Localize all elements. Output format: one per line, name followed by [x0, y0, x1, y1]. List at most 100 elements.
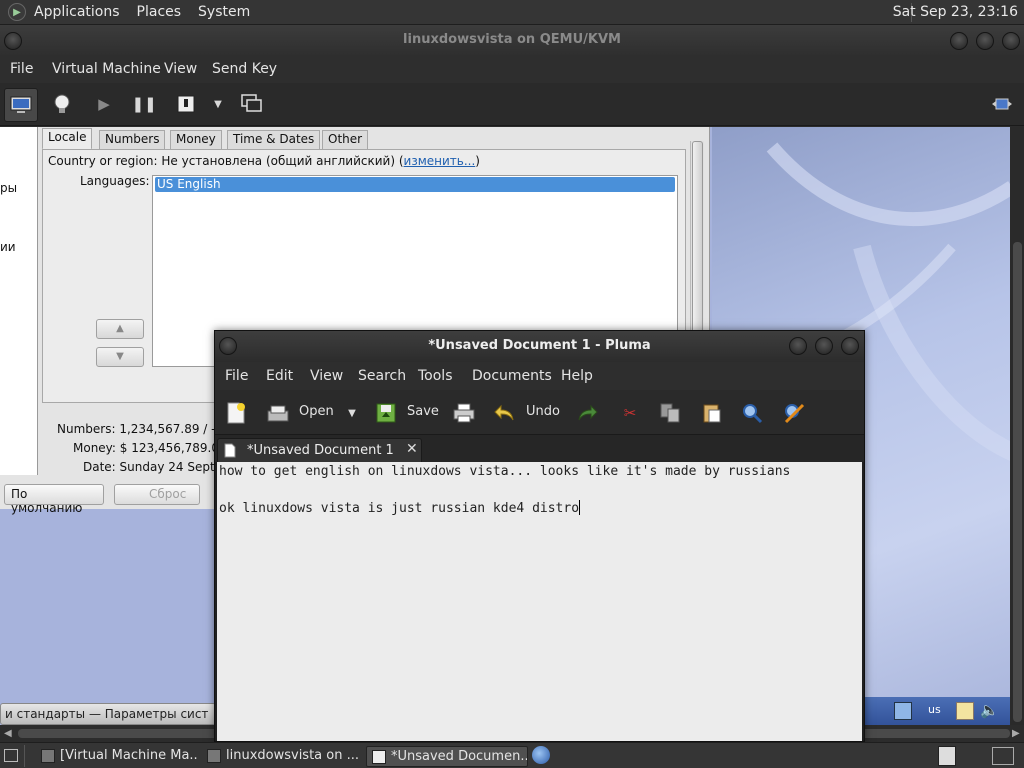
- shutdown-icon[interactable]: [174, 92, 198, 116]
- pluma-window-title: *Unsaved Document 1 - Pluma: [428, 338, 651, 353]
- vm-menu-view[interactable]: View: [164, 61, 197, 77]
- kde-category-list[interactable]: ры ии: [0, 127, 38, 475]
- scrollbar-thumb[interactable]: [1013, 242, 1022, 722]
- keyboard-layout-indicator[interactable]: us: [928, 703, 941, 716]
- guest-vertical-scrollbar[interactable]: [1010, 127, 1024, 725]
- workspace-switcher[interactable]: [992, 747, 1014, 765]
- language-item-selected[interactable]: US English: [155, 177, 675, 192]
- undo-icon[interactable]: [493, 402, 515, 424]
- vm-menubar: File Virtual Machine View Send Key: [0, 57, 1024, 83]
- pluma-tab-bar: *Unsaved Document 1 ✕: [215, 435, 864, 462]
- taskbar-item-pluma[interactable]: *Unsaved Documen...: [366, 746, 528, 767]
- taskbar-item-vm-console[interactable]: linuxdowsvista on ...: [202, 746, 362, 767]
- open-icon[interactable]: [267, 402, 289, 424]
- taskbar-item-vm-manager[interactable]: [Virtual Machine Ma...: [36, 746, 198, 767]
- redo-icon[interactable]: [577, 402, 599, 424]
- fullscreen-icon[interactable]: [240, 92, 264, 116]
- scroll-right-icon[interactable]: ▶: [1012, 728, 1020, 739]
- pluma-titlebar[interactable]: *Unsaved Document 1 - Pluma: [215, 331, 864, 362]
- applications-menu[interactable]: Applications: [34, 4, 120, 20]
- scroll-left-icon[interactable]: ◀: [4, 728, 12, 739]
- new-document-icon[interactable]: [225, 402, 247, 424]
- document-tab-label: *Unsaved Document 1: [247, 443, 394, 458]
- pluma-menu-edit[interactable]: Edit: [266, 368, 293, 384]
- document-tab[interactable]: *Unsaved Document 1 ✕: [217, 438, 422, 462]
- paste-icon[interactable]: [701, 402, 723, 424]
- close-icon[interactable]: [841, 337, 859, 355]
- shutdown-dropdown-icon[interactable]: ▼: [206, 92, 230, 116]
- move-down-button[interactable]: ▼: [96, 347, 144, 367]
- vm-menu-virtual-machine[interactable]: Virtual Machine: [52, 61, 161, 77]
- places-menu[interactable]: Places: [137, 4, 182, 20]
- replace-icon[interactable]: [783, 402, 805, 424]
- open-dropdown-icon[interactable]: ▼: [341, 402, 363, 424]
- tab-locale[interactable]: Locale: [42, 128, 93, 150]
- vm-console-icon: [207, 749, 221, 763]
- vm-window-title: linuxdowsvista on QEMU/KVM: [403, 32, 621, 47]
- change-country-link[interactable]: изменить...: [404, 154, 476, 168]
- open-button-label[interactable]: Open: [299, 404, 334, 419]
- vm-menu-file[interactable]: File: [10, 61, 33, 77]
- pluma-menu-tools[interactable]: Tools: [418, 368, 453, 384]
- volume-icon[interactable]: 🔈: [980, 701, 999, 719]
- pluma-menu-file[interactable]: File: [225, 368, 248, 384]
- pluma-menu-view[interactable]: View: [310, 368, 343, 384]
- top-panel: ▶ Applications Places System Sat Sep 23,…: [0, 0, 1024, 25]
- vm-titlebar[interactable]: linuxdowsvista on QEMU/KVM: [0, 25, 1024, 57]
- trash-icon[interactable]: [938, 746, 956, 766]
- bottom-panel: [Virtual Machine Ma... linuxdowsvista on…: [0, 742, 1024, 768]
- tab-money[interactable]: Money: [170, 130, 222, 150]
- taskbar-item-label: [Virtual Machine Ma...: [60, 748, 198, 763]
- document-icon: [224, 443, 236, 462]
- defaults-button[interactable]: По умолчанию: [4, 484, 104, 515]
- country-region-row: Country or region: Не установлена (общий…: [48, 154, 480, 168]
- editor-line: how to get english on linuxdows vista...…: [219, 464, 791, 479]
- details-lightbulb-icon[interactable]: [50, 92, 74, 116]
- save-icon[interactable]: [375, 402, 397, 424]
- example-money: Money: $ 123,456,789.00: [73, 441, 227, 455]
- pluma-menubar: File Edit View Search Tools Documents He…: [215, 362, 864, 390]
- tab-numbers[interactable]: Numbers: [99, 130, 166, 150]
- cut-icon[interactable]: ✂: [619, 402, 641, 424]
- reset-button[interactable]: Сброс: [114, 484, 200, 505]
- network-icon[interactable]: [894, 702, 912, 720]
- console-icon[interactable]: [4, 88, 38, 122]
- pluma-window: *Unsaved Document 1 - Pluma File Edit Vi…: [214, 330, 865, 742]
- globe-icon[interactable]: [532, 746, 550, 764]
- pause-icon[interactable]: ❚❚: [131, 92, 156, 116]
- gnome-foot-icon[interactable]: ▶: [8, 3, 26, 21]
- text-editor[interactable]: how to get english on linuxdows vista...…: [217, 462, 862, 741]
- maximize-icon[interactable]: [815, 337, 833, 355]
- vm-manager-icon: [41, 749, 55, 763]
- close-icon[interactable]: [1002, 32, 1020, 50]
- taskbar-item-label: linuxdowsvista on ...: [226, 748, 360, 763]
- undo-button-label[interactable]: Undo: [526, 404, 560, 419]
- minimize-icon[interactable]: [950, 32, 968, 50]
- move-up-button[interactable]: ▲: [96, 319, 144, 339]
- vm-toolbar: ▶ ❚❚ ▼: [0, 83, 1024, 126]
- clipboard-icon[interactable]: [956, 702, 974, 720]
- panel-separator: [24, 745, 25, 767]
- system-menu[interactable]: System: [198, 4, 250, 20]
- vm-menu-send-key[interactable]: Send Key: [212, 61, 277, 77]
- run-icon[interactable]: ▶: [92, 92, 116, 116]
- maximize-icon[interactable]: [976, 32, 994, 50]
- show-desktop-icon[interactable]: [4, 749, 18, 762]
- tab-time-dates[interactable]: Time & Dates: [227, 130, 321, 150]
- clock[interactable]: Sat Sep 23, 23:16: [893, 4, 1018, 20]
- pluma-menu-search[interactable]: Search: [358, 368, 406, 384]
- country-region-close: ): [475, 154, 480, 168]
- kde-taskbar-item[interactable]: и стандарты — Параметры сист: [0, 703, 216, 725]
- copy-icon[interactable]: [659, 402, 681, 424]
- text-caret: [579, 500, 581, 515]
- pluma-menu-help[interactable]: Help: [561, 368, 593, 384]
- print-icon[interactable]: [453, 402, 475, 424]
- tab-other[interactable]: Other: [322, 130, 369, 150]
- resize-guest-icon[interactable]: [990, 92, 1014, 116]
- pluma-menu-documents[interactable]: Documents: [472, 368, 552, 384]
- find-icon[interactable]: [741, 402, 763, 424]
- minimize-icon[interactable]: [789, 337, 807, 355]
- editor-line-current: ok linuxdows vista is just russian kde4 …: [219, 500, 581, 516]
- save-button-label[interactable]: Save: [407, 404, 439, 419]
- close-tab-icon[interactable]: ✕: [406, 441, 418, 457]
